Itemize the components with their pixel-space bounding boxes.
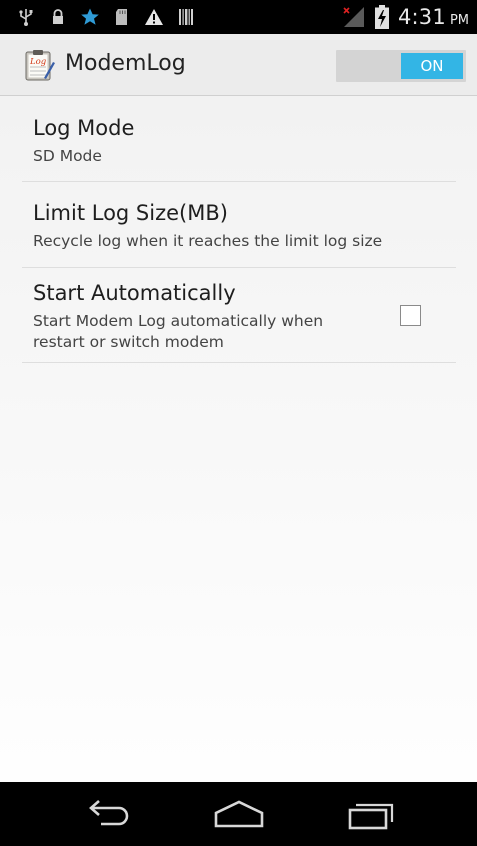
star-icon xyxy=(80,7,112,27)
pref-title: Start Automatically xyxy=(33,281,236,305)
screen: 4:31 PM Log ModemLog ON Log Mode SD Mode xyxy=(0,0,477,846)
switch-on-label: ON xyxy=(401,53,463,79)
pref-summary-line2: restart or switch modem xyxy=(33,333,224,351)
pref-title: Log Mode xyxy=(33,116,135,140)
master-switch[interactable]: ON xyxy=(336,50,466,82)
preferences-list: Log Mode SD Mode Limit Log Size(MB) Recy… xyxy=(0,96,477,782)
lock-icon xyxy=(48,7,80,27)
navigation-bar xyxy=(0,782,477,846)
back-icon[interactable] xyxy=(77,796,137,832)
sd-card-icon xyxy=(112,7,144,27)
pref-start-automatically[interactable]: Start Automatically Start Modem Log auto… xyxy=(22,268,456,363)
action-bar: Log ModemLog ON xyxy=(0,34,477,96)
notification-icons xyxy=(16,7,208,27)
start-automatically-checkbox[interactable] xyxy=(400,305,421,326)
pref-limit-log-size[interactable]: Limit Log Size(MB) Recycle log when it r… xyxy=(22,182,456,268)
status-bar: 4:31 PM xyxy=(0,0,477,34)
pref-summary-line1: Start Modem Log automatically when xyxy=(33,312,324,330)
clock-time: 4:31 xyxy=(397,5,446,29)
status-right: 4:31 PM xyxy=(342,0,469,34)
battery-charging-icon xyxy=(374,4,390,30)
pref-summary: Start Modem Log automatically when resta… xyxy=(33,311,323,353)
pref-summary: SD Mode xyxy=(33,147,102,165)
recent-apps-icon[interactable] xyxy=(340,796,400,832)
svg-text:Log: Log xyxy=(29,57,47,67)
pref-title: Limit Log Size(MB) xyxy=(33,201,228,225)
log-clipboard-icon[interactable]: Log xyxy=(22,48,56,82)
pref-summary: Recycle log when it reaches the limit lo… xyxy=(33,232,383,250)
clock-ampm: PM xyxy=(449,12,469,28)
usb-icon xyxy=(16,7,48,27)
warning-icon xyxy=(144,7,176,27)
signal-no-service-icon xyxy=(342,5,368,29)
barcode-icon xyxy=(176,7,208,27)
pref-log-mode[interactable]: Log Mode SD Mode xyxy=(22,96,456,182)
home-icon[interactable] xyxy=(209,796,269,832)
app-title: ModemLog xyxy=(65,51,186,76)
